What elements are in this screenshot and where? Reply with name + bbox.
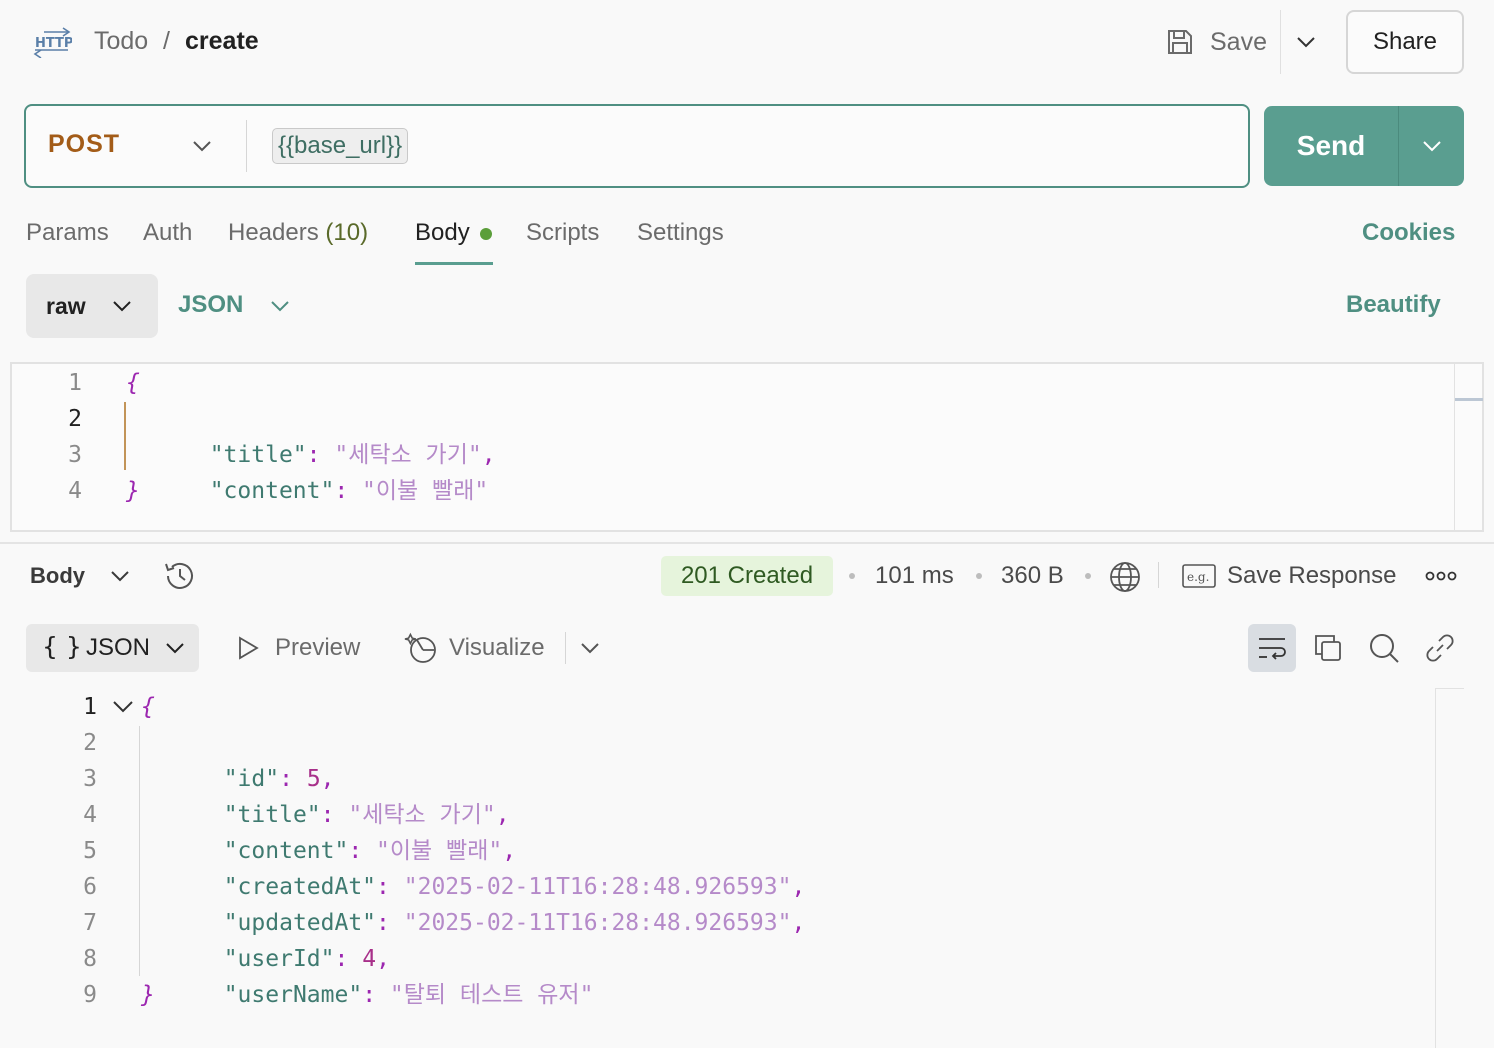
headers-count-badge: (10) <box>325 219 369 246</box>
send-split-divider <box>1398 106 1399 186</box>
preview-button[interactable]: Preview <box>275 631 360 665</box>
save-response-button[interactable]: Save Response <box>1227 559 1396 593</box>
send-options-chevron-down-icon[interactable] <box>1416 132 1448 160</box>
line-number: 2 <box>68 406 82 432</box>
save-label: Save <box>1210 27 1267 56</box>
wrap-lines-icon[interactable] <box>1254 630 1290 666</box>
line-number: 7 <box>83 910 97 936</box>
response-format-chevron-down-icon[interactable] <box>161 634 189 662</box>
method-chevron-down-icon[interactable] <box>188 132 216 160</box>
tab-settings[interactable]: Settings <box>637 216 724 250</box>
save-button[interactable]: Save <box>1164 18 1267 66</box>
cookies-link[interactable]: Cookies <box>1362 216 1455 250</box>
send-label[interactable]: Send <box>1264 106 1398 186</box>
json-comma: , <box>791 910 806 936</box>
method-select[interactable]: POST <box>48 130 120 159</box>
meta-separator <box>976 573 982 579</box>
body-language-chevron-down-icon[interactable] <box>266 292 294 320</box>
response-format-label[interactable]: JSON <box>86 631 150 665</box>
example-icon: e.g. <box>1182 563 1216 589</box>
line-number: 9 <box>83 982 97 1008</box>
json-close-brace: } <box>141 982 155 1008</box>
history-icon[interactable] <box>162 558 198 594</box>
play-icon[interactable] <box>232 632 264 664</box>
tab-body[interactable]: Body <box>415 216 470 250</box>
editor-scrollbar-thumb[interactable] <box>1455 398 1483 401</box>
save-icon <box>1164 26 1196 58</box>
json-key: "userName" <box>223 982 363 1008</box>
search-icon[interactable] <box>1366 630 1402 666</box>
line-number: 2 <box>83 730 97 756</box>
fold-chevron-down-icon[interactable] <box>110 693 136 719</box>
code-line: "userName": "탈퇴 테스트 유저" <box>196 941 594 1013</box>
http-icon: HTTP <box>32 26 72 58</box>
line-number: 6 <box>83 874 97 900</box>
copy-icon[interactable] <box>1310 630 1346 666</box>
meta-separator <box>1085 573 1091 579</box>
indent-guide <box>124 402 126 470</box>
response-scrollbar-cap <box>1436 688 1464 689</box>
line-number: 3 <box>83 766 97 792</box>
body-modified-dot <box>480 228 492 240</box>
save-options-chevron-down-icon[interactable] <box>1292 26 1320 58</box>
line-number: 5 <box>83 838 97 864</box>
tab-auth[interactable]: Auth <box>143 216 192 250</box>
json-open-brace: { <box>126 370 140 396</box>
tab-scripts[interactable]: Scripts <box>526 216 599 250</box>
body-mode-label[interactable]: raw <box>46 290 86 322</box>
visualize-chevron-down-icon[interactable] <box>576 634 604 662</box>
url-input[interactable]: {{base_url}} <box>272 128 409 164</box>
editor-scrollbar[interactable] <box>1454 364 1455 530</box>
response-pane-divider[interactable] <box>0 542 1494 544</box>
visualize-button[interactable]: Visualize <box>449 631 545 665</box>
response-section-chevron-down-icon[interactable] <box>108 562 132 590</box>
svg-text:HTTP: HTTP <box>35 36 72 51</box>
line-number: 8 <box>83 946 97 972</box>
tab-params[interactable]: Params <box>26 216 109 250</box>
json-colon: : <box>362 982 377 1008</box>
url-divider <box>246 120 247 172</box>
line-number: 4 <box>83 802 97 828</box>
visualize-divider <box>565 632 566 664</box>
more-options-icon[interactable] <box>1424 566 1458 586</box>
json-value: "2025-02-11T16:28:48.926593" <box>403 910 792 936</box>
visualize-icon[interactable] <box>404 630 440 666</box>
json-colon: : <box>334 478 349 504</box>
active-tab-indicator <box>415 262 493 265</box>
braces-icon: { } <box>42 632 82 661</box>
beautify-button[interactable]: Beautify <box>1346 288 1441 322</box>
response-size[interactable]: 360 B <box>1001 559 1064 593</box>
response-time[interactable]: 101 ms <box>875 559 954 593</box>
breadcrumb-request-name[interactable]: create <box>185 24 259 58</box>
json-open-brace: { <box>141 694 155 720</box>
svg-text:e.g.: e.g. <box>1187 570 1209 584</box>
save-divider <box>1280 10 1281 74</box>
meta-divider <box>1158 562 1159 588</box>
breadcrumb-separator: / <box>163 27 170 55</box>
line-number: 1 <box>68 370 82 396</box>
link-icon[interactable] <box>1422 630 1458 666</box>
body-language-select[interactable]: JSON <box>178 288 243 322</box>
share-button[interactable]: Share <box>1346 10 1464 74</box>
line-number: 4 <box>68 478 82 504</box>
request-header: HTTP Todo / create Save Share <box>0 0 1494 86</box>
line-number: 1 <box>83 694 97 720</box>
breadcrumb-collection[interactable]: Todo <box>94 24 148 58</box>
status-badge[interactable]: 201 Created <box>661 556 833 596</box>
json-close-brace: } <box>126 478 140 504</box>
tab-headers-label: Headers <box>228 219 319 246</box>
json-value: "이불 빨래" <box>362 478 489 504</box>
code-line: "content": "이불 빨래" <box>182 437 489 509</box>
indent-guide <box>139 726 140 976</box>
response-section-select[interactable]: Body <box>30 560 85 592</box>
meta-separator <box>849 573 855 579</box>
globe-icon[interactable] <box>1106 558 1144 596</box>
body-mode-chevron-down-icon[interactable] <box>108 292 136 320</box>
tab-headers[interactable]: Headers (10) <box>228 216 368 250</box>
response-scrollbar[interactable] <box>1435 688 1436 1048</box>
json-value: "탈퇴 테스트 유저" <box>389 982 594 1008</box>
line-number: 3 <box>68 442 82 468</box>
json-key: "content" <box>209 478 335 504</box>
